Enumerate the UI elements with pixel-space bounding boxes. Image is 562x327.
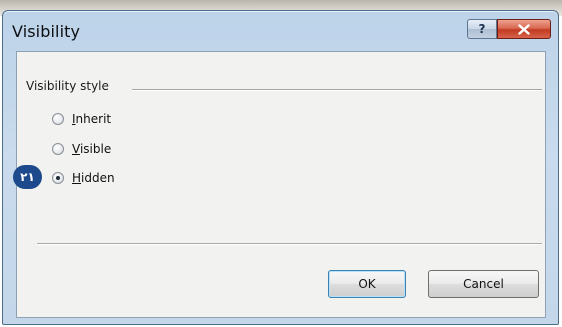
help-icon: ? [478, 22, 486, 36]
radio-button-visible[interactable] [52, 143, 64, 155]
dialog-title: Visibility [12, 22, 81, 41]
cancel-button[interactable]: Cancel [428, 270, 539, 298]
radio-option-inherit[interactable]: Inherit [52, 111, 111, 127]
screenshot: Visibility ? Visibility style Inherit Vi… [0, 0, 562, 327]
radio-option-visible[interactable]: Visible [52, 141, 111, 157]
button-separator [37, 243, 542, 245]
visibility-style-group-title: Visibility style [26, 79, 109, 93]
radio-label-inherit: Inherit [72, 112, 112, 126]
step-callout-badge: ٢١ [13, 165, 42, 189]
ok-button[interactable]: OK [328, 270, 406, 298]
radio-button-inherit[interactable] [52, 113, 64, 125]
radio-label-visible: Visible [72, 142, 112, 156]
radio-option-hidden[interactable]: Hidden [52, 170, 115, 186]
radio-button-hidden[interactable] [52, 172, 64, 184]
close-icon [518, 24, 530, 35]
close-button[interactable] [497, 19, 551, 39]
selected-dot [56, 176, 60, 180]
help-button[interactable]: ? [467, 19, 497, 39]
radio-label-hidden: Hidden [72, 171, 115, 185]
group-divider [132, 89, 542, 91]
title-bar[interactable]: Visibility ? [3, 11, 558, 51]
